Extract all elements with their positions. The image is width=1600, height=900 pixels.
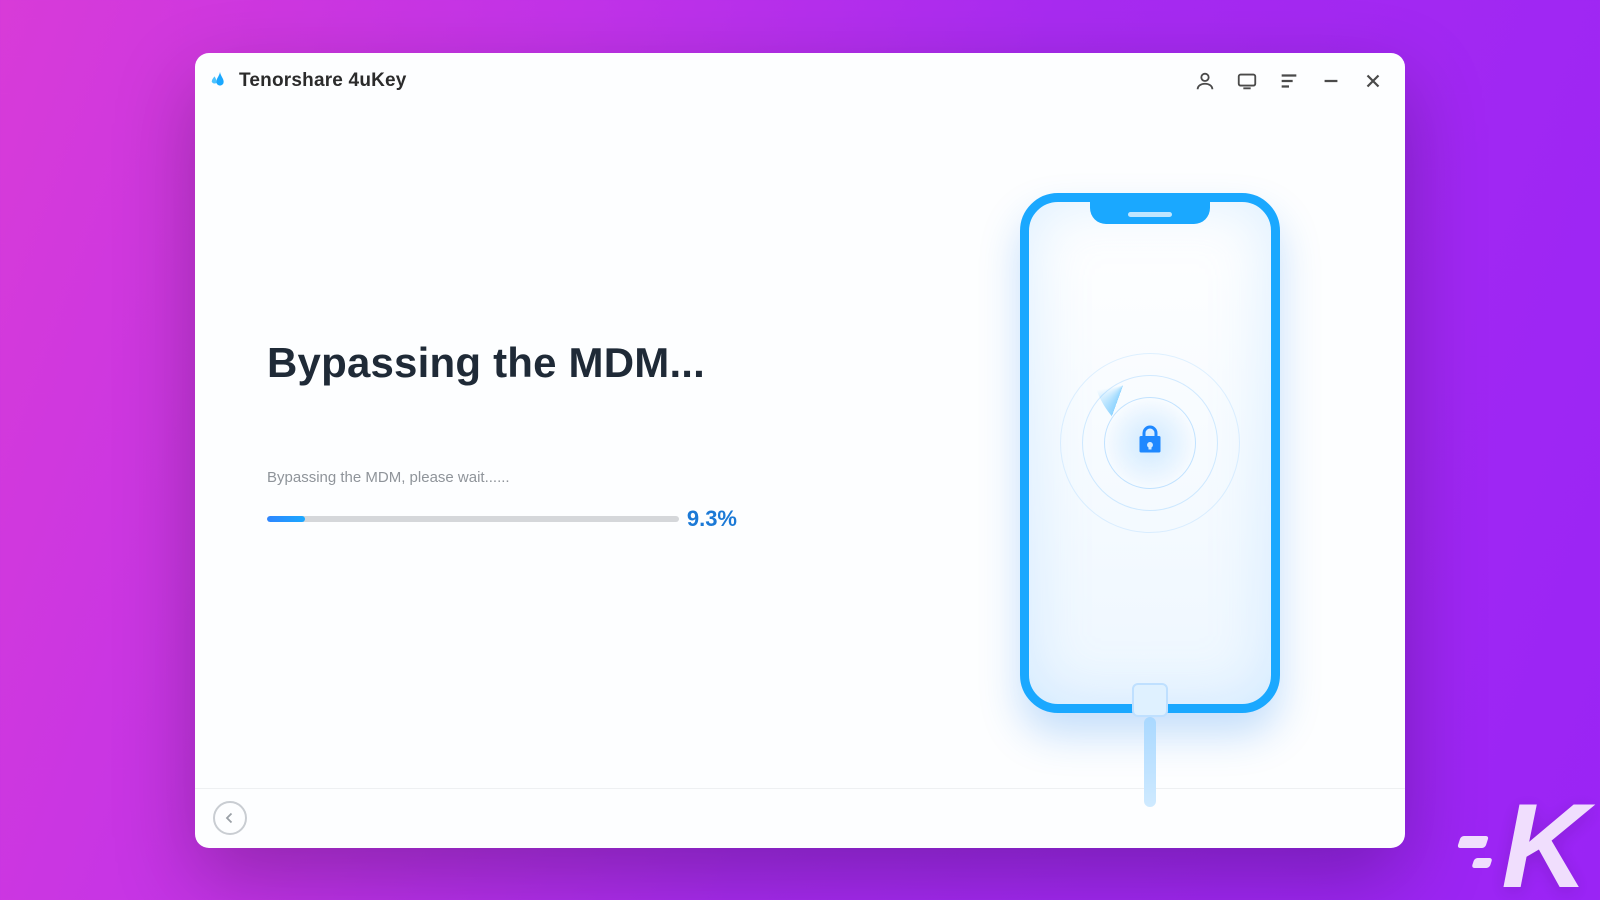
progress-fill bbox=[267, 516, 305, 522]
account-icon[interactable] bbox=[1193, 69, 1217, 93]
menu-icon[interactable] bbox=[1277, 69, 1301, 93]
titlebar-actions bbox=[1193, 69, 1391, 93]
brand: Tenorshare 4uKey bbox=[209, 70, 407, 92]
watermark: K bbox=[1459, 798, 1588, 894]
radar-graphic bbox=[1060, 353, 1240, 533]
phone-body bbox=[1020, 193, 1280, 713]
back-button[interactable] bbox=[213, 801, 247, 835]
lock-icon bbox=[1132, 421, 1168, 457]
phone-illustration bbox=[1020, 193, 1280, 713]
progress-track bbox=[267, 516, 679, 522]
feedback-icon[interactable] bbox=[1235, 69, 1259, 93]
minimize-icon[interactable] bbox=[1319, 69, 1343, 93]
close-icon[interactable] bbox=[1361, 69, 1385, 93]
page-title: Bypassing the MDM... bbox=[267, 339, 854, 387]
content-area: Bypassing the MDM... Bypassing the MDM, … bbox=[195, 109, 1405, 788]
status-text: Bypassing the MDM, please wait...... bbox=[267, 469, 854, 486]
app-window: Tenorshare 4uKey Bypassing the MDM... By… bbox=[195, 53, 1405, 848]
phone-notch bbox=[1090, 202, 1210, 224]
footer-bar bbox=[195, 788, 1405, 848]
brand-logo-icon bbox=[209, 70, 231, 92]
progress-bar: 9.3% bbox=[267, 506, 737, 532]
illustration-panel bbox=[894, 109, 1405, 788]
app-title: Tenorshare 4uKey bbox=[239, 70, 407, 92]
titlebar: Tenorshare 4uKey bbox=[195, 53, 1405, 109]
cable-graphic bbox=[1132, 683, 1168, 793]
left-panel: Bypassing the MDM... Bypassing the MDM, … bbox=[195, 109, 894, 788]
watermark-letter: K bbox=[1501, 798, 1588, 894]
progress-percent-label: 9.3% bbox=[687, 506, 737, 532]
